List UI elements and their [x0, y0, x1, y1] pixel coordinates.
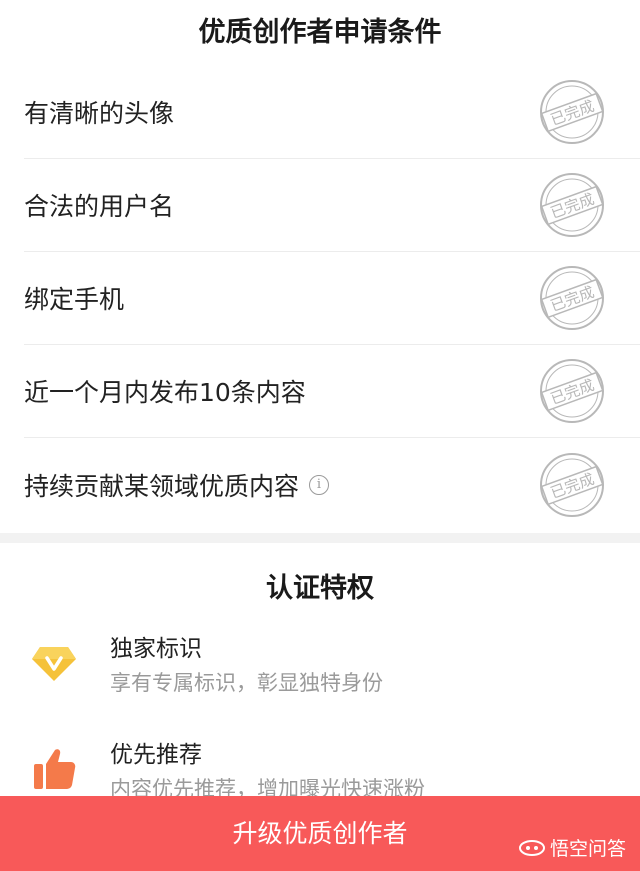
- section-divider: [0, 533, 640, 543]
- wukong-logo-icon: [518, 839, 545, 856]
- requirement-row-posts: 近一个月内发布10条内容 已完成: [24, 345, 640, 438]
- requirements-title: 优质创作者申请条件: [198, 17, 442, 48]
- requirement-label: 绑定手机: [24, 285, 125, 314]
- v-badge-icon: [32, 647, 76, 681]
- privilege-name: 优先推荐: [110, 742, 202, 768]
- bottom-action-bar: 升级优质创作者 悟空问答: [0, 796, 640, 871]
- requirement-row-username: 合法的用户名 已完成: [24, 159, 640, 252]
- requirement-row-quality: 持续贡献某领域优质内容 i 已完成: [24, 438, 640, 531]
- info-icon[interactable]: i: [309, 474, 330, 495]
- requirement-label: 持续贡献某领域优质内容: [24, 471, 300, 501]
- privilege-item-badge: 独家标识 享有专属标识，彰显独特身份: [0, 629, 640, 735]
- requirements-list: 有清晰的头像 已完成 合法的用户名 已完成 绑定手机 已完成 近一个月内发布10…: [0, 66, 640, 531]
- thumbs-up-icon: [34, 749, 76, 789]
- completed-stamp-icon: 已完成: [540, 173, 604, 237]
- completed-stamp-icon: 已完成: [540, 80, 604, 144]
- privileges-title: 认证特权: [266, 573, 374, 604]
- requirement-label: 合法的用户名: [24, 192, 175, 221]
- privilege-name: 独家标识: [110, 636, 202, 662]
- requirement-label: 有清晰的头像: [24, 99, 175, 128]
- requirement-label: 近一个月内发布10条内容: [24, 378, 306, 407]
- completed-stamp-icon: 已完成: [540, 452, 604, 517]
- page: 优质创作者申请条件 有清晰的头像 已完成 合法的用户名 已完成 绑定手机 已完成…: [0, 0, 640, 871]
- completed-stamp-icon: 已完成: [540, 359, 604, 423]
- completed-stamp-icon: 已完成: [540, 266, 604, 330]
- requirement-row-avatar: 有清晰的头像 已完成: [24, 66, 640, 159]
- watermark-text: 悟空问答: [549, 838, 626, 860]
- privilege-desc: 享有专属标识，彰显独特身份: [110, 671, 383, 695]
- requirement-row-phone: 绑定手机 已完成: [24, 252, 640, 345]
- wukong-watermark: 悟空问答: [518, 834, 626, 861]
